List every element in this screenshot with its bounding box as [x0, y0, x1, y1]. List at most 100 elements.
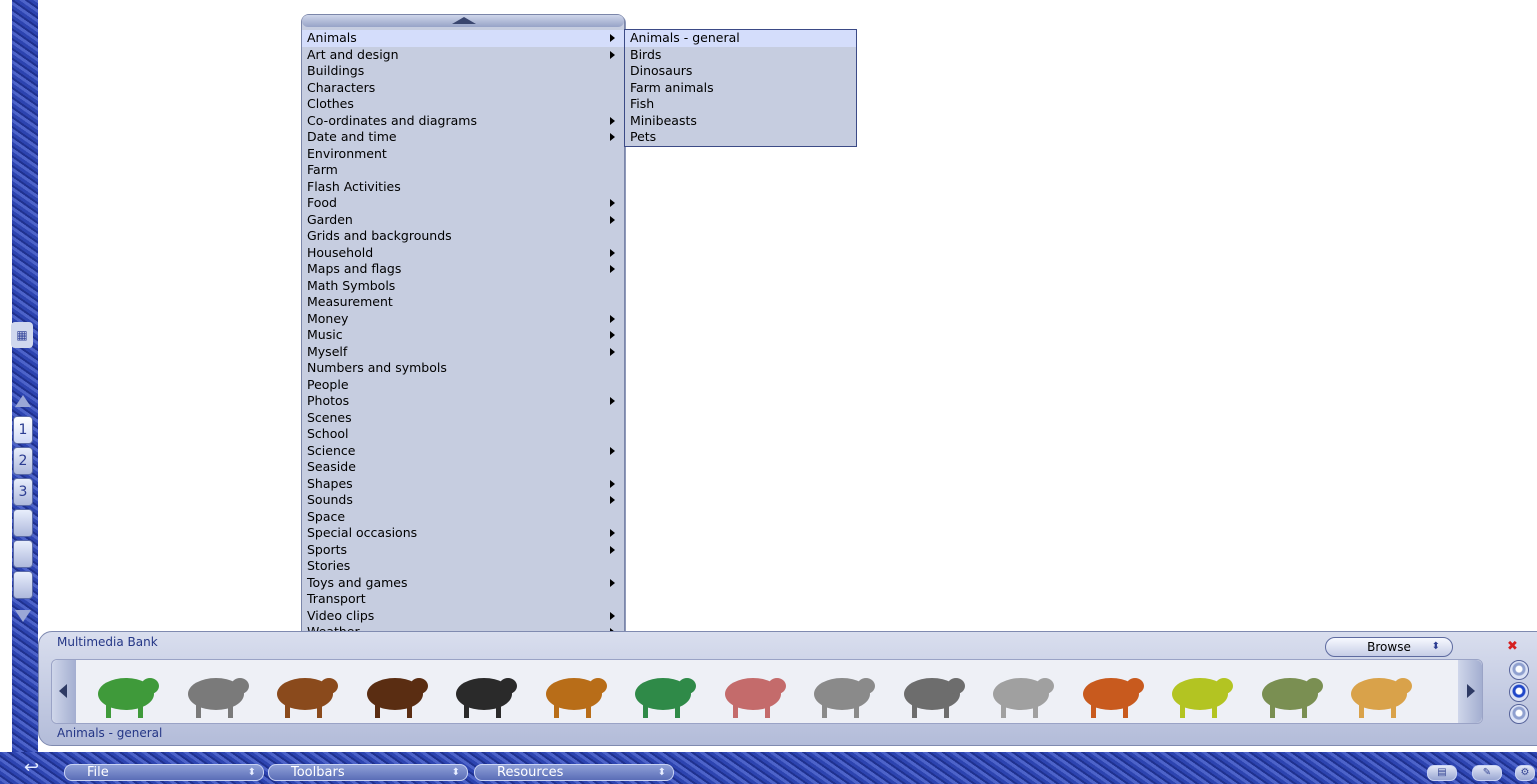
menu-list: Animals Art and design Buildings Characters…: [302, 30, 624, 641]
menu-item[interactable]: School: [302, 426, 624, 443]
fox-clip[interactable]: [1073, 662, 1149, 722]
menu-item[interactable]: Art and design: [302, 47, 624, 64]
menu-item-label: Buildings: [307, 63, 365, 78]
page-tab-3[interactable]: 3: [13, 478, 33, 506]
menu-item[interactable]: Animals: [302, 30, 624, 47]
grid-view-icon[interactable]: ▦: [11, 322, 33, 348]
elephant-clip-1[interactable]: [804, 662, 880, 722]
browse-dropdown[interactable]: Browse ⬍: [1325, 637, 1453, 657]
bat-clip[interactable]: [178, 662, 254, 722]
menu-item-label: Music: [307, 327, 343, 342]
submenu-item[interactable]: Pets: [625, 129, 856, 146]
menu-item[interactable]: Transport: [302, 591, 624, 608]
updown-arrows-icon: ⬍: [1431, 641, 1440, 652]
menu-item[interactable]: Stories: [302, 558, 624, 575]
submenu-item[interactable]: Animals - general: [625, 30, 856, 47]
bottom-toolbar: ↩ File ⬍ Toolbars ⬍ Resources ⬍ ▤ ✎ ⚙: [0, 752, 1537, 784]
submenu-item[interactable]: Fish: [625, 96, 856, 113]
menu-item[interactable]: Clothes: [302, 96, 624, 113]
menu-item[interactable]: Seaside: [302, 459, 624, 476]
menu-item-label: Date and time: [307, 129, 397, 144]
elephant-clip-2[interactable]: [894, 662, 970, 722]
menu-item[interactable]: Food: [302, 195, 624, 212]
view-option-radio-2[interactable]: [1509, 682, 1529, 702]
menu-item[interactable]: Characters: [302, 80, 624, 97]
menu-item[interactable]: Sports: [302, 542, 624, 559]
submenu-arrow-icon: [610, 199, 615, 207]
menu-item-label: Clothes: [307, 96, 354, 111]
tray-scroll-left-button[interactable]: [52, 660, 76, 723]
menu-item[interactable]: Date and time: [302, 129, 624, 146]
menu-item[interactable]: People: [302, 377, 624, 394]
menu-item[interactable]: Flash Activities: [302, 179, 624, 196]
menu-item-label: Art and design: [307, 46, 399, 62]
page-tab-5[interactable]: [13, 540, 33, 568]
page-tab-6[interactable]: [13, 571, 33, 599]
frog-clip[interactable]: [1162, 662, 1238, 722]
submenu-item[interactable]: Dinosaurs: [625, 63, 856, 80]
lizard-clip[interactable]: [625, 662, 701, 722]
menu-item[interactable]: Video clips: [302, 608, 624, 625]
menu-item[interactable]: Money: [302, 311, 624, 328]
menu-item[interactable]: Myself: [302, 344, 624, 361]
menu-item-label: Shapes: [307, 475, 353, 491]
undo-icon[interactable]: ↩: [24, 757, 39, 778]
triangle-right-icon: [1467, 684, 1475, 698]
file-menu-button[interactable]: File ⬍: [64, 764, 264, 781]
menu-item[interactable]: Math Symbols: [302, 278, 624, 295]
updown-arrows-icon: ⬍: [247, 767, 256, 778]
submenu-arrow-icon: [610, 133, 615, 141]
sidebar-edge: [0, 0, 12, 752]
menu-item[interactable]: Garden: [302, 212, 624, 229]
menu-item[interactable]: Photos: [302, 393, 624, 410]
menu-item[interactable]: Household: [302, 245, 624, 262]
toad-clip[interactable]: [1252, 662, 1328, 722]
triangle-up-icon: [452, 17, 476, 24]
tray-scroll-right-button[interactable]: [1458, 660, 1482, 723]
page-tab-4[interactable]: [13, 509, 33, 537]
elephant-clip-3[interactable]: [983, 662, 1059, 722]
multimedia-bank-title: Multimedia Bank: [57, 635, 158, 649]
menu-item[interactable]: Grids and backgrounds: [302, 228, 624, 245]
menu-scroll-up-button[interactable]: [302, 15, 624, 27]
menu-item[interactable]: Shapes: [302, 476, 624, 493]
sidebar-scroll-down-icon[interactable]: [15, 610, 31, 622]
deer-clip[interactable]: [715, 662, 791, 722]
menu-item[interactable]: Maps and flags: [302, 261, 624, 278]
submenu-item[interactable]: Birds: [625, 47, 856, 64]
toolbars-menu-button[interactable]: Toolbars ⬍: [268, 764, 468, 781]
menu-item[interactable]: Environment: [302, 146, 624, 163]
menu-item[interactable]: Buildings: [302, 63, 624, 80]
black-bear-clip[interactable]: [446, 662, 522, 722]
menu-item[interactable]: Science: [302, 443, 624, 460]
menu-item[interactable]: Music: [302, 327, 624, 344]
submenu-item[interactable]: Minibeasts: [625, 113, 856, 130]
page-sidebar: ▦ 1 2 3: [0, 0, 38, 752]
menu-item[interactable]: Numbers and symbols: [302, 360, 624, 377]
menu-item[interactable]: Sounds: [302, 492, 624, 509]
menu-item[interactable]: Space: [302, 509, 624, 526]
close-icon[interactable]: ✖: [1507, 639, 1518, 654]
menu-item[interactable]: Measurement: [302, 294, 624, 311]
menu-item[interactable]: Co-ordinates and diagrams: [302, 113, 624, 130]
brown-bear-clip[interactable]: [267, 662, 343, 722]
menu-item-label: People: [307, 376, 349, 392]
view-option-radio-1[interactable]: [1509, 660, 1529, 680]
grizzly-bear-clip[interactable]: [357, 662, 433, 722]
camel-clip[interactable]: [536, 662, 612, 722]
menu-item[interactable]: Special occasions: [302, 525, 624, 542]
menu-item[interactable]: Farm: [302, 162, 624, 179]
resources-menu-button[interactable]: Resources ⬍: [474, 764, 674, 781]
settings-icon[interactable]: ⚙: [1515, 765, 1535, 781]
crocodile-clip[interactable]: [88, 662, 164, 722]
menu-item[interactable]: Toys and games: [302, 575, 624, 592]
giraffe-clip[interactable]: [1341, 662, 1417, 722]
keyboard-icon[interactable]: ▤: [1427, 765, 1457, 781]
pen-icon[interactable]: ✎: [1472, 765, 1502, 781]
menu-item[interactable]: Scenes: [302, 410, 624, 427]
sidebar-scroll-up-icon[interactable]: [15, 395, 31, 407]
page-tab-1[interactable]: 1: [13, 416, 33, 444]
view-option-radio-3[interactable]: [1509, 704, 1529, 724]
page-tab-2[interactable]: 2: [13, 447, 33, 475]
submenu-item[interactable]: Farm animals: [625, 80, 856, 97]
